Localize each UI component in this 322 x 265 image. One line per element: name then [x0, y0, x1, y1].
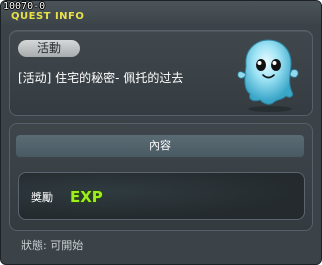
quest-summary-panel: 活動 [活动] 住宅的秘密- 佩托的过去	[9, 30, 313, 116]
window-id: 10070-0	[3, 1, 46, 12]
content-header: 內容	[16, 135, 304, 157]
category-badge: 活動	[18, 40, 80, 57]
quest-title: [活动] 住宅的秘密- 佩托的过去	[18, 71, 184, 85]
title-bar[interactable]: QUEST INFO	[1, 1, 321, 25]
window-title: QUEST INFO	[11, 11, 85, 22]
quest-info-window: QUEST INFO 10070-0 活動 [活动] 住宅的秘密- 佩托的过去	[0, 0, 322, 265]
ghost-npc-icon	[237, 39, 299, 112]
reward-label: 獎勵	[31, 191, 53, 204]
exp-label: EXP	[70, 188, 103, 206]
exp-icon[interactable]: EXP	[67, 185, 107, 207]
quest-content-panel: 內容 獎勵 EXP	[9, 123, 313, 231]
quest-status: 狀態: 可開始	[21, 239, 84, 252]
reward-box: 獎勵 EXP	[18, 172, 305, 220]
